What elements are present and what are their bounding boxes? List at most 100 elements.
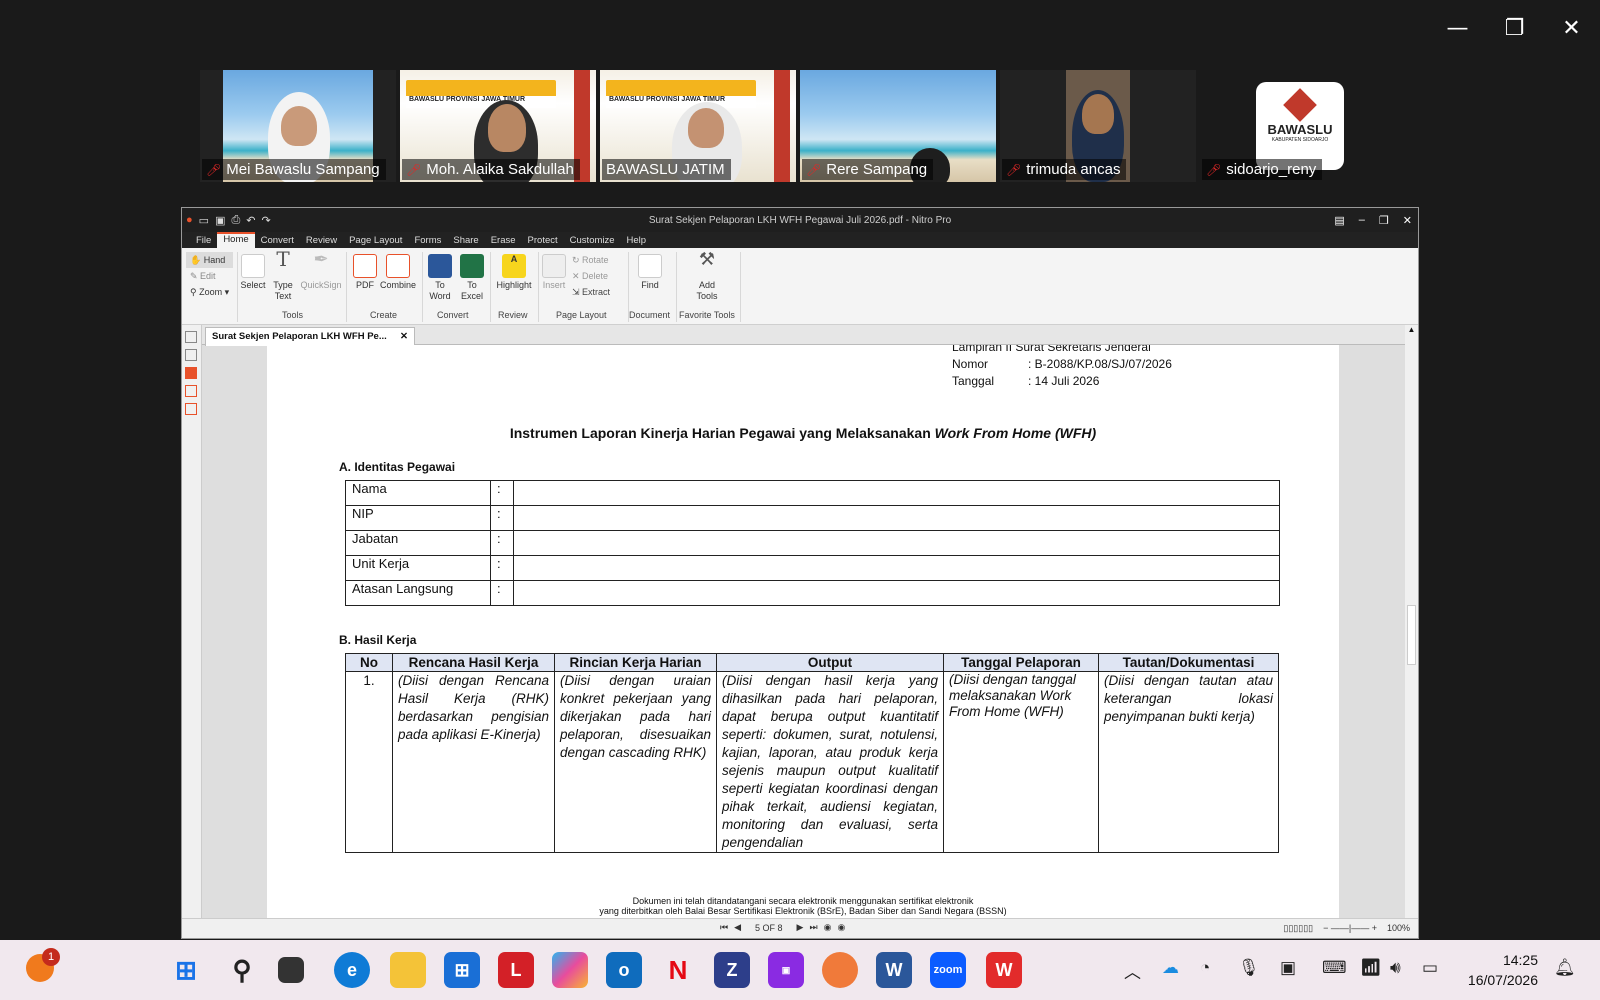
minimize-button[interactable]: — [1429, 0, 1486, 56]
restore-button[interactable]: ❐ [1486, 0, 1543, 56]
word-taskbar-icon[interactable]: W [876, 952, 912, 988]
menu-home[interactable]: Home [217, 232, 255, 248]
menu-erase[interactable]: Erase [485, 235, 522, 248]
type-text-button[interactable]: T Type Text [270, 249, 296, 302]
wifi-icon[interactable]: 📶︎ [1360, 958, 1382, 978]
results-table: No Rencana Hasil Kerja Rincian Kerja Har… [345, 653, 1279, 853]
menu-forms[interactable]: Forms [408, 235, 447, 248]
pdf-button[interactable]: PDF [352, 254, 378, 291]
close-button[interactable]: ✕ [1543, 0, 1600, 56]
back-view-button[interactable]: ◉ [824, 922, 832, 933]
nitro-restore-button[interactable]: ❐ [1379, 214, 1389, 227]
comment-icon[interactable]: ▤ [1334, 214, 1344, 227]
find-button[interactable]: Find [636, 254, 664, 291]
app-l-icon[interactable]: L [498, 952, 534, 988]
taskbar-clock[interactable]: 14:25 16/07/2026 [1468, 950, 1538, 990]
zoom-taskbar-icon[interactable]: zoom [930, 952, 966, 988]
file-explorer-icon[interactable] [390, 952, 426, 988]
participant-tile[interactable]: 🎤︎ trimuda ancas [1000, 70, 1196, 182]
nitro-close-button[interactable]: ✕ [1403, 214, 1412, 227]
participant-tile[interactable]: 🎤︎ Mei Bawaslu Sampang [200, 70, 396, 182]
app-orange-icon[interactable] [822, 952, 858, 988]
menu-share[interactable]: Share [447, 235, 484, 248]
insert-button[interactable]: Insert [540, 254, 568, 291]
table-row: Atasan Langsung: [345, 580, 1280, 606]
microsoft-store-icon[interactable]: ⊞ [444, 952, 480, 988]
prev-page-button[interactable]: ◀ [734, 922, 741, 933]
volume-icon[interactable]: 🔊︎ [1390, 958, 1401, 978]
notification-center-icon[interactable]: 🔔︎ [1554, 958, 1576, 978]
quicksign-button[interactable]: ✒ QuickSign [300, 250, 342, 291]
combine-button[interactable]: Combine [380, 254, 416, 291]
menu-customize[interactable]: Customize [564, 235, 621, 248]
start-icon[interactable]: ⊞ [168, 952, 204, 988]
left-panel-tools [182, 325, 202, 918]
next-page-button[interactable]: ▶ [797, 922, 804, 933]
combine-icon [386, 254, 410, 278]
nomor-label: Nomor [952, 357, 989, 371]
participant-tile[interactable]: BAWASLU KABUPATEN SIDOARJO 🎤︎ sidoarjo_re… [1200, 70, 1396, 182]
last-page-button[interactable]: ⏭ [809, 922, 817, 933]
window-title: Surat Sekjen Pelaporan LKH WFH Pegawai J… [648, 214, 952, 226]
zoom-level[interactable]: 100% [1387, 923, 1410, 934]
select-button[interactable]: Select [240, 254, 266, 291]
nomor-value: : B-2088/KP.08/SJ/07/2026 [1028, 357, 1172, 371]
section-a-heading: A. Identitas Pegawai [339, 460, 456, 474]
menu-protect[interactable]: Protect [522, 235, 564, 248]
add-tools-button[interactable]: ⚒ Add Tools [692, 250, 722, 302]
battery-icon[interactable]: ▭ [1422, 958, 1438, 978]
zoom-slider[interactable]: − ——|—— + [1323, 923, 1377, 934]
vertical-scrollbar[interactable]: ▲ [1405, 325, 1418, 918]
page-indicator[interactable]: 5 OF 8 [747, 923, 791, 933]
first-page-button[interactable]: ⏮ [720, 922, 728, 933]
search-icon[interactable]: ⚲ [224, 952, 260, 988]
edit-tool[interactable]: ✎ Edit [186, 268, 233, 284]
participant-tile-active[interactable]: BAWASLU PROVINSI JAWA TIMUR BAWASLU JATI… [600, 70, 796, 182]
excel-icon [460, 254, 484, 278]
pages-panel-icon[interactable] [185, 331, 197, 343]
copilot-icon[interactable] [552, 952, 588, 988]
menu-help[interactable]: Help [621, 235, 653, 248]
task-view-icon[interactable] [278, 957, 304, 983]
chevron-up-icon[interactable]: ︿ [1124, 958, 1141, 983]
menu-review[interactable]: Review [300, 235, 343, 248]
security-panel-icon[interactable] [185, 403, 197, 415]
document-tab[interactable]: Surat Sekjen Pelaporan LKH WFH Pe... ✕ [205, 327, 415, 346]
page-navigation: ⏮ ◀ 5 OF 8 ▶ ⏭ ◉ ◉ [720, 922, 845, 933]
view-mode-icons[interactable]: ▯▯▯▯▯▯ [1283, 923, 1313, 934]
netflix-icon[interactable]: N [660, 952, 696, 988]
participant-tile[interactable]: BAWASLU PROVINSI JAWA TIMUR 🎤︎ Moh. Alaik… [400, 70, 596, 182]
keyboard-icon[interactable]: ⌨ [1322, 958, 1347, 978]
edge-icon[interactable]: e [334, 952, 370, 988]
app-z-icon[interactable]: Z [714, 952, 750, 988]
microphone-icon[interactable]: 🎙︎ [1238, 958, 1260, 978]
banner-subtitle: BAWASLU PROVINSI JAWA TIMUR [606, 96, 756, 108]
menu-file[interactable]: File [190, 235, 217, 248]
extract-button[interactable]: ⇲ Extract [572, 284, 610, 300]
to-excel-button[interactable]: To Excel [458, 254, 486, 302]
to-word-button[interactable]: To Word [426, 254, 454, 302]
close-tab-icon[interactable]: ✕ [400, 331, 408, 343]
scroll-thumb[interactable] [1407, 605, 1416, 665]
highlight-button[interactable]: A Highlight [492, 254, 536, 291]
layers-panel-icon[interactable] [185, 385, 197, 397]
nitro-minimize-button[interactable]: – [1359, 214, 1365, 227]
snip-icon[interactable]: ▣ [1280, 958, 1296, 978]
hand-tool[interactable]: ✋ Hand [186, 252, 234, 268]
attachments-panel-icon[interactable] [185, 367, 197, 379]
outlook-icon[interactable]: o [606, 952, 642, 988]
onedrive-icon[interactable]: ☁ [1162, 958, 1179, 978]
zoom-tool[interactable]: ⚲ Zoom ▾ [186, 284, 233, 300]
rotate-button[interactable]: ↻ Rotate [572, 252, 610, 268]
bookmarks-panel-icon[interactable] [185, 349, 197, 361]
forward-view-button[interactable]: ◉ [837, 922, 845, 933]
widgets-icon[interactable]: 1 [26, 948, 60, 982]
participant-gallery: 🎤︎ Mei Bawaslu Sampang BAWASLU PROVINSI J… [200, 70, 1396, 182]
app-purple-icon[interactable]: ▣ [768, 952, 804, 988]
delete-button[interactable]: ✕ Delete [572, 268, 610, 284]
page-edit-group: ↻ Rotate ✕ Delete ⇲ Extract [572, 252, 610, 300]
menu-page-layout[interactable]: Page Layout [343, 235, 408, 248]
vpn-icon[interactable]: ◔ [1200, 958, 1210, 978]
wps-icon[interactable]: W [986, 952, 1022, 988]
participant-tile[interactable]: 🎤︎ Rere Sampang [800, 70, 996, 182]
